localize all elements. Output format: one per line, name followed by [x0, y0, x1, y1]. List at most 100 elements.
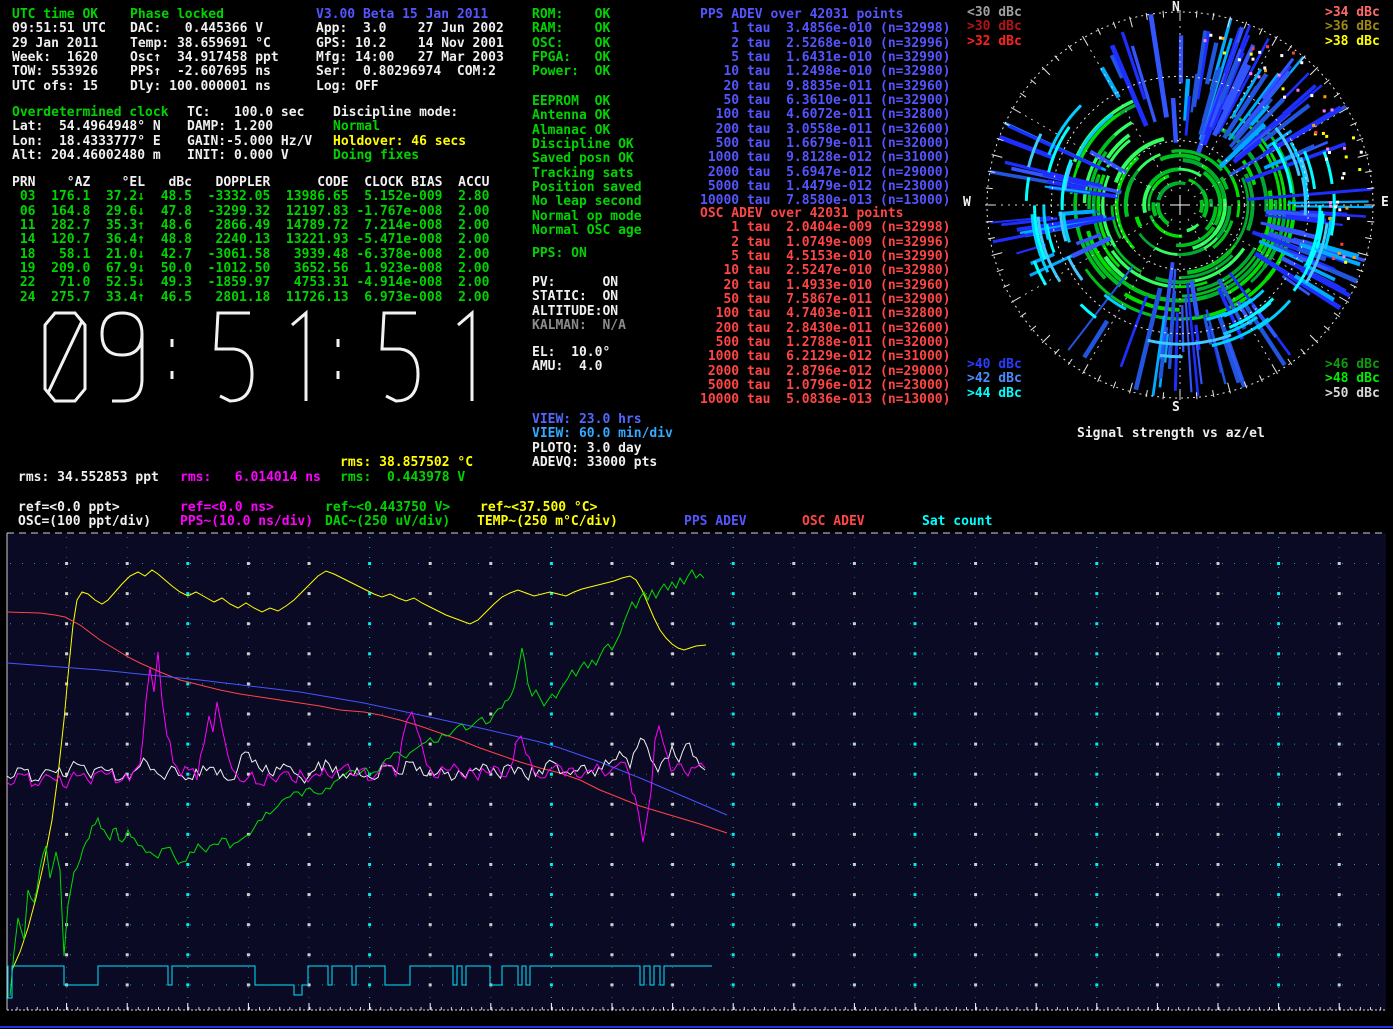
grid-marker	[792, 562, 795, 565]
grid-marker	[1277, 833, 1280, 836]
grid-marker	[489, 743, 492, 746]
grid-marker	[853, 863, 856, 866]
grid-marker	[186, 592, 189, 595]
grid-marker	[671, 652, 674, 655]
grid-marker	[792, 652, 795, 655]
grid-marker	[611, 863, 614, 866]
grid-marker	[429, 893, 432, 896]
grid-marker	[247, 953, 250, 956]
grid-marker	[429, 863, 432, 866]
grid-marker	[1338, 893, 1341, 896]
grid-marker	[1095, 652, 1098, 655]
grid-marker	[1338, 682, 1341, 685]
grid-marker	[1156, 983, 1159, 986]
grid-marker	[611, 682, 614, 685]
grid-marker	[732, 893, 735, 896]
grid-marker	[671, 863, 674, 866]
grid-marker	[308, 833, 311, 836]
grid-marker	[65, 652, 68, 655]
grid-marker	[853, 743, 856, 746]
grid-marker	[550, 953, 553, 956]
history-plot	[0, 0, 1393, 1029]
grid-marker	[1035, 893, 1038, 896]
grid-marker	[429, 622, 432, 625]
grid-marker	[186, 953, 189, 956]
grid-marker	[247, 803, 250, 806]
grid-marker	[126, 863, 129, 866]
grid-marker	[1156, 863, 1159, 866]
grid-marker	[1095, 562, 1098, 565]
grid-marker	[792, 923, 795, 926]
grid-marker	[853, 713, 856, 716]
grid-marker	[792, 592, 795, 595]
grid-marker	[1217, 743, 1220, 746]
grid-marker	[1095, 893, 1098, 896]
grid-marker	[1217, 592, 1220, 595]
grid-marker	[1095, 953, 1098, 956]
grid-marker	[611, 833, 614, 836]
grid-marker	[853, 893, 856, 896]
grid-marker	[1035, 953, 1038, 956]
grid-marker	[974, 592, 977, 595]
grid-marker	[550, 893, 553, 896]
grid-marker	[1277, 592, 1280, 595]
grid-marker	[368, 863, 371, 866]
grid-marker	[126, 743, 129, 746]
grid-marker	[1338, 652, 1341, 655]
grid-marker	[1338, 592, 1341, 595]
grid-marker	[1035, 863, 1038, 866]
grid-marker	[1035, 652, 1038, 655]
grid-marker	[65, 953, 68, 956]
grid-marker	[308, 743, 311, 746]
grid-marker	[853, 622, 856, 625]
grid-marker	[974, 743, 977, 746]
grid-marker	[914, 773, 917, 776]
grid-marker	[1277, 863, 1280, 866]
grid-marker	[1277, 652, 1280, 655]
grid-marker	[65, 743, 68, 746]
grid-marker	[1338, 743, 1341, 746]
grid-marker	[974, 983, 977, 986]
grid-marker	[974, 893, 977, 896]
grid-marker	[732, 803, 735, 806]
grid-marker	[732, 863, 735, 866]
grid-marker	[429, 923, 432, 926]
grid-marker	[1338, 803, 1341, 806]
grid-marker	[429, 652, 432, 655]
grid-marker	[1156, 953, 1159, 956]
grid-marker	[974, 622, 977, 625]
grid-marker	[429, 953, 432, 956]
grid-marker	[550, 983, 553, 986]
grid-marker	[308, 713, 311, 716]
grid-marker	[1095, 713, 1098, 716]
grid-marker	[1277, 803, 1280, 806]
grid-marker	[853, 833, 856, 836]
grid-marker	[1277, 983, 1280, 986]
grid-marker	[1156, 682, 1159, 685]
grid-marker	[489, 682, 492, 685]
grid-marker	[611, 592, 614, 595]
grid-marker	[732, 652, 735, 655]
grid-marker	[126, 893, 129, 896]
grid-marker	[792, 833, 795, 836]
grid-marker	[429, 682, 432, 685]
grid-marker	[853, 953, 856, 956]
grid-marker	[1035, 682, 1038, 685]
grid-marker	[247, 592, 250, 595]
grid-marker	[1217, 953, 1220, 956]
grid-marker	[611, 893, 614, 896]
grid-marker	[65, 622, 68, 625]
grid-marker	[429, 592, 432, 595]
grid-marker	[1338, 863, 1341, 866]
grid-marker	[247, 743, 250, 746]
grid-marker	[1035, 803, 1038, 806]
grid-marker	[1217, 652, 1220, 655]
grid-marker	[489, 923, 492, 926]
grid-marker	[914, 682, 917, 685]
grid-marker	[853, 923, 856, 926]
grid-marker	[1035, 592, 1038, 595]
grid-marker	[1035, 983, 1038, 986]
grid-marker	[1217, 923, 1220, 926]
grid-marker	[308, 863, 311, 866]
grid-marker	[974, 803, 977, 806]
